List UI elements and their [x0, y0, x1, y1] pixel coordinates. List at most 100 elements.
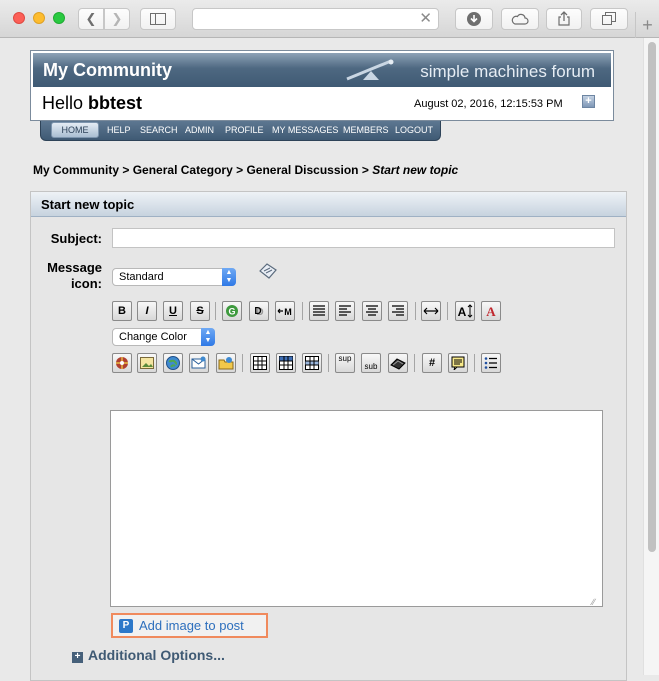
strikethrough-button[interactable]: S [190, 301, 210, 321]
menu-item-help[interactable]: HELP [107, 125, 131, 135]
align-right-button[interactable] [388, 301, 408, 321]
menu-item-profile[interactable]: PROFILE [225, 125, 264, 135]
add-image-to-post-button[interactable]: P Add image to post [111, 613, 268, 638]
toolbar-divider [215, 302, 216, 320]
insert-table-column-button[interactable] [302, 353, 322, 373]
email-icon [191, 356, 206, 369]
superscript-label: sup [338, 354, 352, 363]
menu-item-logout[interactable]: LOGOUT [395, 125, 433, 135]
superscript-button[interactable]: sup [335, 353, 355, 373]
panel-title-bar: Start new topic [31, 192, 626, 217]
minimize-window-button[interactable] [33, 12, 45, 24]
preformatted-icon [313, 305, 325, 316]
subject-input[interactable] [112, 228, 615, 248]
insert-table-button[interactable] [250, 353, 270, 373]
quote-button[interactable] [448, 353, 468, 373]
toolbar-divider [242, 354, 243, 372]
underline-button[interactable]: U [163, 301, 183, 321]
smf-seesaw-logo-icon [346, 59, 394, 81]
cloud-icon[interactable] [501, 8, 539, 30]
downloads-icon[interactable] [455, 8, 493, 30]
italic-button[interactable]: I [137, 301, 157, 321]
breadcrumb-link[interactable]: My Community [33, 163, 119, 177]
insert-table-row-button[interactable] [276, 353, 296, 373]
shadow-icon: DD [254, 306, 263, 318]
pre-format-button[interactable] [309, 301, 329, 321]
new-tab-button[interactable]: + [635, 12, 659, 38]
menu-item-members[interactable]: MEMBERS [343, 125, 389, 135]
additional-options-label: Additional Options... [88, 647, 225, 663]
scrollbar-thumb[interactable] [648, 42, 656, 552]
toolbar-divider [414, 354, 415, 372]
address-bar[interactable]: ✕ [192, 8, 439, 30]
breadcrumb-separator: > [236, 163, 244, 177]
svg-text:G: G [228, 307, 235, 317]
message-icon-label: Message [47, 260, 102, 275]
subscript-label: sub [364, 362, 378, 371]
align-left-icon [339, 305, 351, 316]
ftp-folder-icon [218, 357, 234, 370]
message-icon-value: Standard [119, 271, 164, 283]
smf-logo-text: simple machines forum [420, 62, 595, 81]
insert-ftp-button[interactable] [216, 353, 236, 373]
zoom-window-button[interactable] [53, 12, 65, 24]
message-icon-label-2: icon: [70, 276, 102, 291]
menu-item-search[interactable]: SEARCH [140, 125, 178, 135]
forward-icon[interactable]: ❯ [104, 8, 130, 30]
tabs-overview-icon[interactable] [590, 8, 628, 30]
back-icon[interactable]: ❮ [78, 8, 104, 30]
site-title[interactable]: My Community [43, 60, 172, 81]
font-size-button[interactable]: A [455, 301, 475, 321]
align-center-button[interactable] [362, 301, 382, 321]
teletype-button[interactable] [388, 353, 408, 373]
change-color-select[interactable]: Change Color ▲ ▼ [112, 328, 215, 346]
insert-email-button[interactable] [189, 353, 209, 373]
insert-link-button[interactable] [163, 353, 183, 373]
menu-item-home[interactable]: HOME [51, 122, 99, 138]
align-left-button[interactable] [335, 301, 355, 321]
list-button[interactable] [481, 353, 501, 373]
teletype-icon [390, 358, 406, 370]
flash-button[interactable] [112, 353, 132, 373]
menu-item-my-messages[interactable]: MY MESSAGES [272, 125, 338, 135]
user-greeting: Hello bbtest [42, 93, 142, 114]
image-icon [140, 357, 154, 369]
insert-image-button[interactable] [137, 353, 157, 373]
glow-button[interactable]: G [222, 301, 242, 321]
subscript-button[interactable]: sub [361, 353, 381, 373]
toolbar-divider [328, 354, 329, 372]
select-arrows-icon: ▲ ▼ [222, 268, 236, 286]
horizontal-rule-button[interactable] [421, 301, 441, 321]
collapse-header-icon[interactable]: + [582, 95, 595, 108]
glow-icon: G [226, 305, 238, 317]
page-scrollbar[interactable] [643, 38, 659, 675]
message-textarea[interactable] [110, 410, 603, 607]
message-icon-select[interactable]: Standard ▲ ▼ [112, 268, 236, 286]
table-column-icon [305, 356, 319, 370]
shadow-button[interactable]: DD [249, 301, 269, 321]
resize-grip-icon[interactable]: ∕∕ [592, 598, 657, 673]
clear-url-icon[interactable]: ✕ [419, 10, 432, 28]
breadcrumb-separator: > [122, 163, 130, 177]
share-icon[interactable] [546, 8, 582, 30]
additional-options-toggle[interactable]: + Additional Options... [72, 647, 225, 663]
code-button[interactable]: # [422, 353, 442, 373]
marquee-button[interactable]: M [275, 301, 295, 321]
table-row-icon [279, 356, 293, 370]
current-datetime: August 02, 2016, 12:15:53 PM [414, 98, 563, 110]
breadcrumb-link[interactable]: General Discussion [246, 163, 358, 177]
horizontal-rule-icon [423, 307, 439, 315]
font-face-button[interactable]: A [481, 301, 501, 321]
align-right-icon [392, 305, 404, 316]
select-arrows-icon: ▲ ▼ [201, 328, 215, 346]
sidebar-icon[interactable] [140, 8, 176, 30]
flash-icon [116, 357, 128, 369]
header-banner: My Community simple machines forum [33, 53, 611, 87]
breadcrumb-link[interactable]: General Category [133, 163, 233, 177]
svg-text:M: M [284, 307, 292, 317]
menu-item-admin[interactable]: ADMIN [185, 125, 214, 135]
standard-message-icon [259, 263, 277, 279]
close-window-button[interactable] [13, 12, 25, 24]
panel-title: Start new topic [41, 197, 135, 212]
bold-button[interactable]: B [112, 301, 132, 321]
